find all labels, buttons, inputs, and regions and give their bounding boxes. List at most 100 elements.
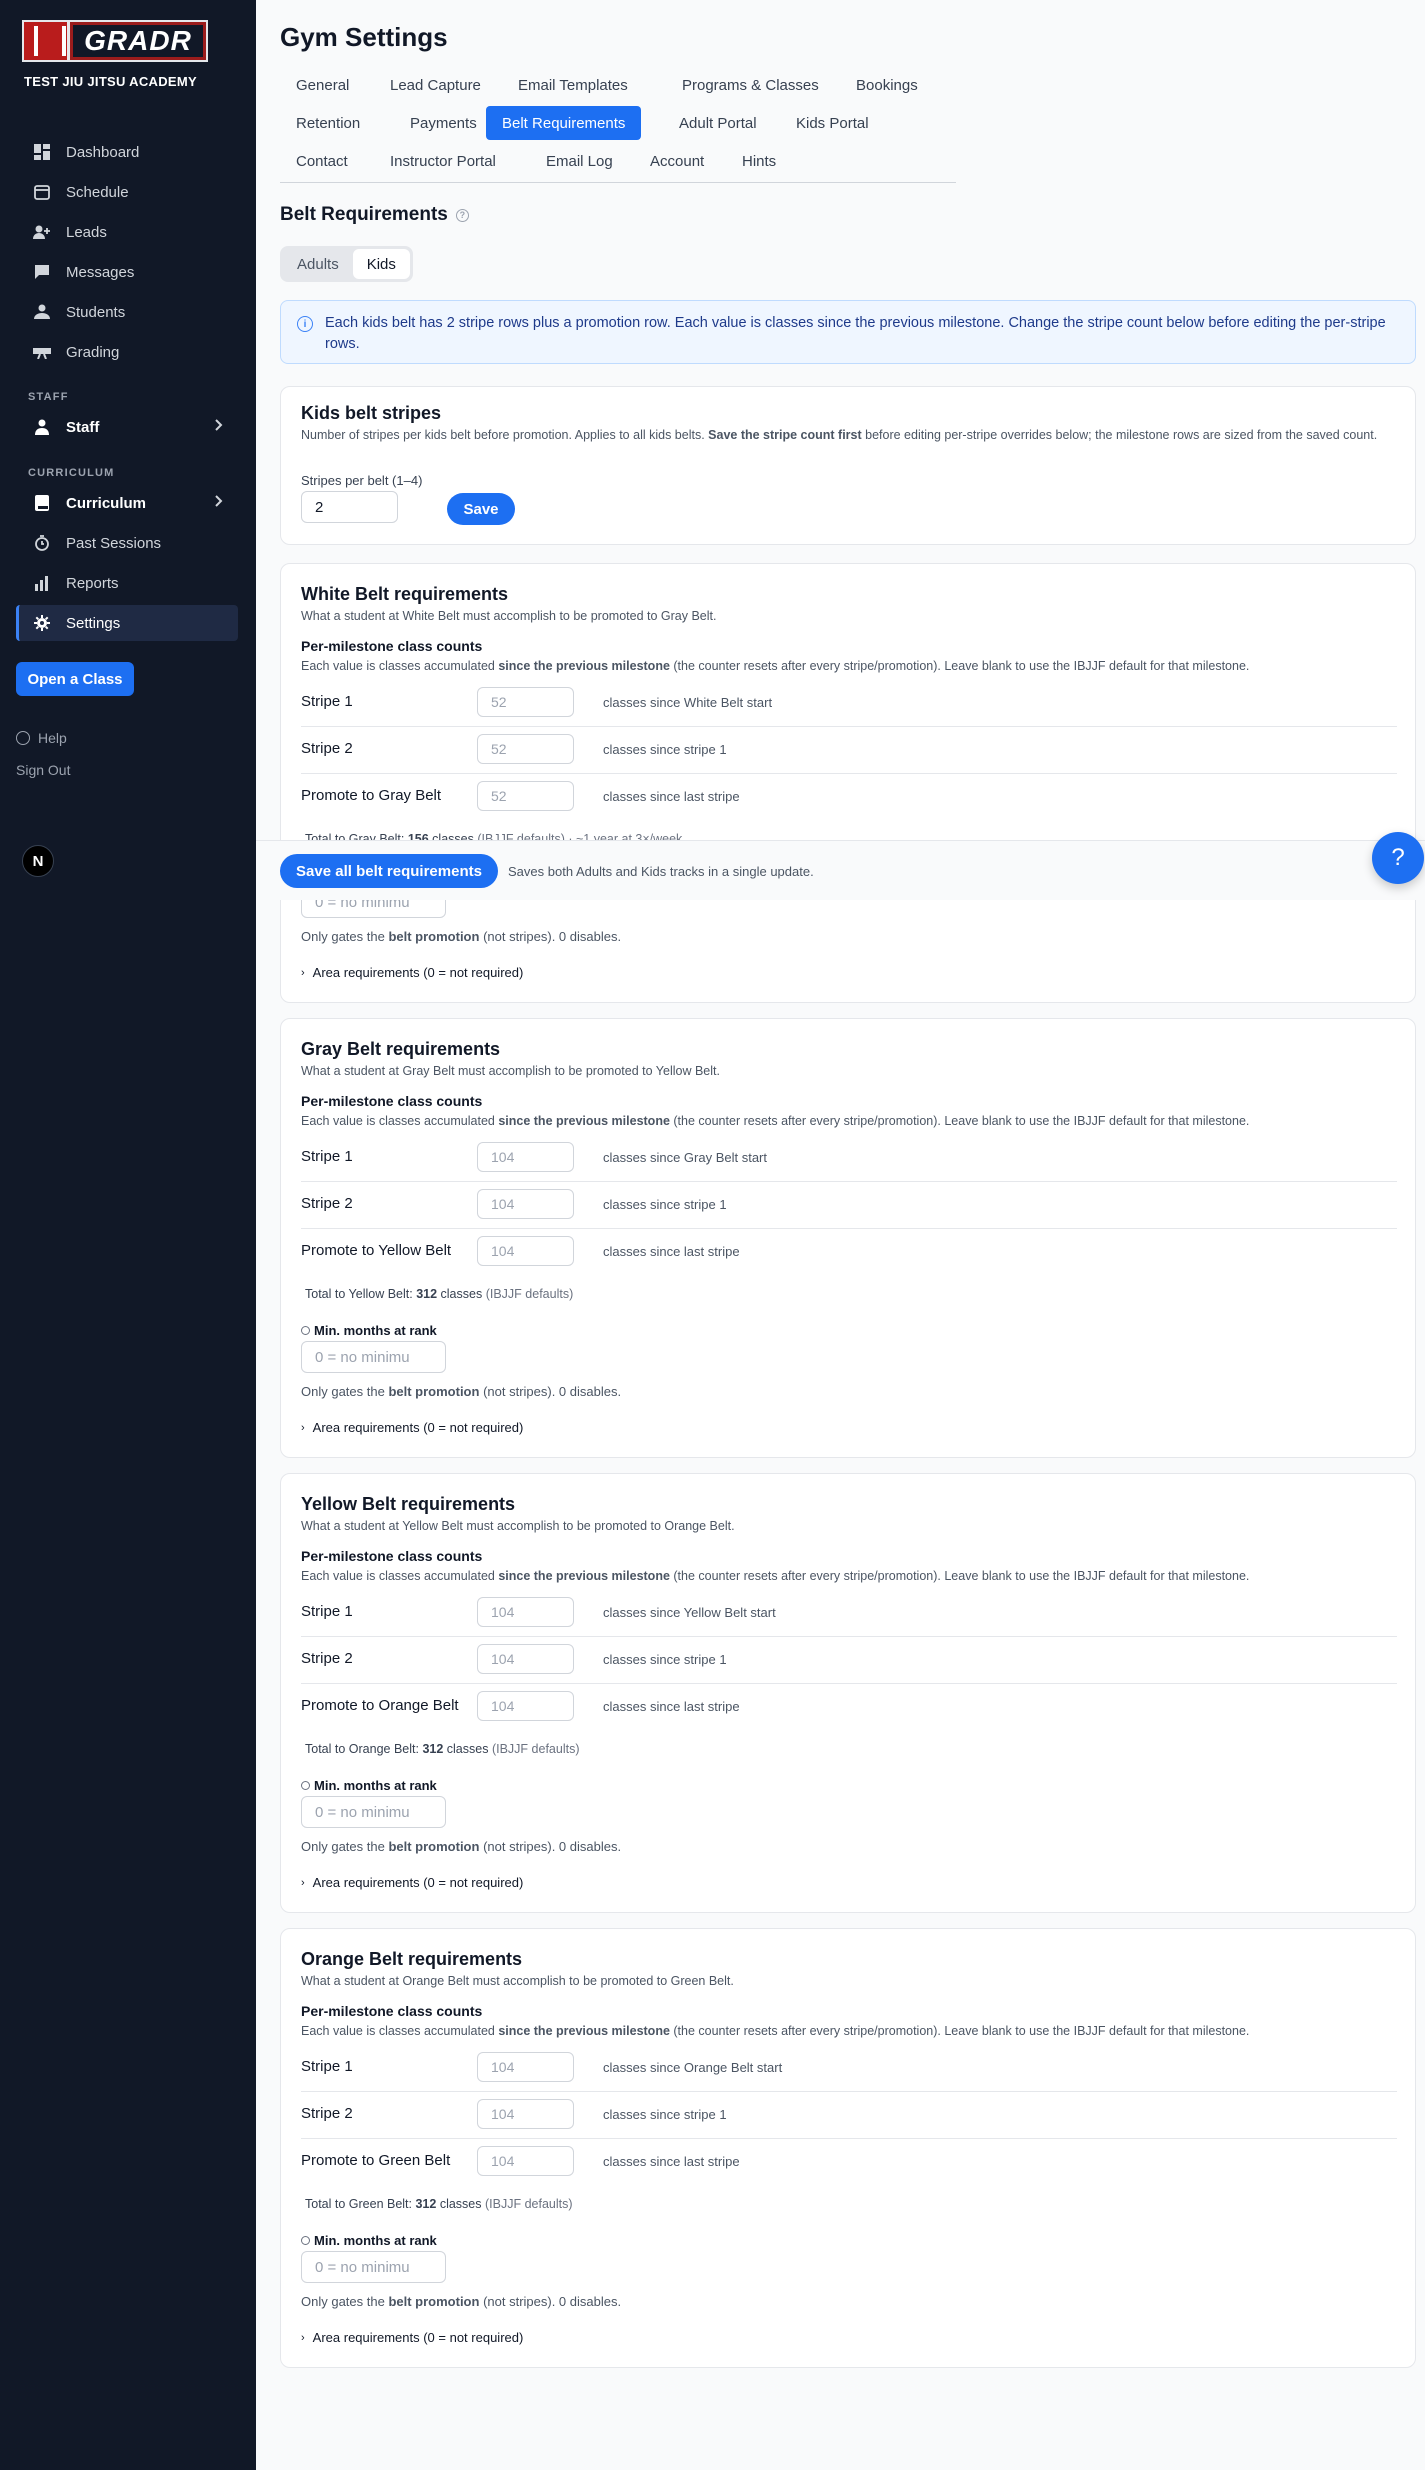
segment-adults[interactable]: Adults <box>283 249 353 279</box>
pm-part: (the counter resets after every stripe/p… <box>669 1114 1250 1128</box>
total-unit: classes <box>439 2197 482 2211</box>
gates-note: Only gates the belt promotion (not strip… <box>301 1839 621 1854</box>
stripe-1-input[interactable]: 104 <box>477 2052 574 2082</box>
tab-kids-portal[interactable]: Kids Portal <box>780 106 885 140</box>
pm-bold: since the previous milestone <box>498 659 670 673</box>
min-months-input[interactable]: 0 = no minimu <box>301 2251 446 2283</box>
tab-hints[interactable]: Hints <box>726 144 792 178</box>
gradr-logo[interactable]: GRADR <box>22 20 208 62</box>
nav-dashboard[interactable]: Dashboard <box>16 134 238 170</box>
total-unit: classes <box>446 1742 489 1756</box>
stripe-2-input[interactable]: 52 <box>477 734 574 764</box>
area-requirements-toggle[interactable]: › Area requirements (0 = not required) <box>301 965 523 980</box>
per-milestone-description: Each value is classes accumulated since … <box>301 2023 1249 2039</box>
milestone-row: Stripe 2 104 classes since stripe 1 <box>301 1637 1397 1684</box>
nav-messages[interactable]: Messages <box>16 254 238 290</box>
nav-staff[interactable]: Staff <box>16 409 238 445</box>
clock-icon <box>32 533 52 553</box>
help-fab-button[interactable]: ? <box>1372 832 1424 884</box>
milestone-hint: classes since stripe 1 <box>603 2107 727 2122</box>
save-all-button[interactable]: Save all belt requirements <box>280 854 498 888</box>
nav-label: Leads <box>66 223 107 241</box>
nav-past-sessions[interactable]: Past Sessions <box>16 525 238 561</box>
milestone-label: Stripe 2 <box>301 740 353 757</box>
nav-label: Curriculum <box>66 494 147 512</box>
chevron-right-icon: › <box>301 966 305 979</box>
promotion-input[interactable]: 104 <box>477 1691 574 1721</box>
per-milestone-heading: Per-milestone class counts <box>301 638 483 654</box>
help-link[interactable]: Help <box>16 730 67 746</box>
stripe-1-input[interactable]: 104 <box>477 1142 574 1172</box>
clock-icon <box>301 1781 310 1790</box>
min-months-input[interactable]: 0 = no minimu <box>301 1796 446 1828</box>
milestone-hint: classes since Gray Belt start <box>603 1150 767 1165</box>
tab-lead-capture[interactable]: Lead Capture <box>374 68 497 102</box>
promotion-input[interactable]: 104 <box>477 2146 574 2176</box>
min-months-label: Min. months at rank <box>301 2233 437 2248</box>
area-requirements-toggle[interactable]: › Area requirements (0 = not required) <box>301 1875 523 1890</box>
dashboard-icon <box>32 142 52 162</box>
track-toggle: Adults Kids <box>280 246 413 282</box>
min-months-text: Min. months at rank <box>314 1778 437 1793</box>
tab-adult-portal[interactable]: Adult Portal <box>663 106 773 140</box>
tab-payments[interactable]: Payments <box>394 106 493 140</box>
area-requirements-toggle[interactable]: › Area requirements (0 = not required) <box>301 1420 523 1435</box>
per-milestone-description: Each value is classes accumulated since … <box>301 658 1249 674</box>
nav-leads[interactable]: Leads <box>16 214 238 250</box>
stripe-2-input[interactable]: 104 <box>477 1644 574 1674</box>
sign-out-link[interactable]: Sign Out <box>16 762 70 778</box>
gates-part: Only gates the <box>301 1839 389 1854</box>
promotion-input[interactable]: 52 <box>477 781 574 811</box>
total-defaults: (IBJJF defaults) <box>485 1287 574 1301</box>
min-months-input[interactable]: 0 = no minimu <box>301 1341 446 1373</box>
stripe-1-input[interactable]: 52 <box>477 687 574 717</box>
tab-bookings[interactable]: Bookings <box>840 68 934 102</box>
nav-schedule[interactable]: Schedule <box>16 174 238 210</box>
stripe-1-input[interactable]: 104 <box>477 1597 574 1627</box>
stripe-2-input[interactable]: 104 <box>477 1189 574 1219</box>
pm-bold: since the previous milestone <box>498 1569 670 1583</box>
total-value: 312 <box>416 1287 438 1301</box>
curriculum-section-label: CURRICULUM <box>28 467 115 479</box>
tab-email-log[interactable]: Email Log <box>530 144 629 178</box>
gates-note: Only gates the belt promotion (not strip… <box>301 929 621 944</box>
tab-instructor-portal[interactable]: Instructor Portal <box>374 144 512 178</box>
nav-settings[interactable]: Settings <box>16 605 238 641</box>
open-class-button[interactable]: Open a Class <box>16 662 134 696</box>
dev-badge[interactable]: N <box>22 845 54 877</box>
nav-label: Dashboard <box>66 143 140 161</box>
pm-bold: since the previous milestone <box>498 2024 670 2038</box>
promotion-input[interactable]: 104 <box>477 1236 574 1266</box>
nav-students[interactable]: Students <box>16 294 238 330</box>
tab-contact[interactable]: Contact <box>280 144 364 178</box>
per-milestone-description: Each value is classes accumulated since … <box>301 1568 1249 1584</box>
nav-grading[interactable]: Grading <box>16 334 238 370</box>
tab-programs-classes[interactable]: Programs & Classes <box>666 68 835 102</box>
nav-label: Settings <box>66 614 121 632</box>
tab-belt-requirements[interactable]: Belt Requirements <box>486 106 642 140</box>
tab-account[interactable]: Account <box>634 144 720 178</box>
stripe-2-input[interactable]: 104 <box>477 2099 574 2129</box>
min-months-text: Min. months at rank <box>314 2233 437 2248</box>
pm-bold: since the previous milestone <box>498 1114 670 1128</box>
save-stripes-button[interactable]: Save <box>447 493 515 525</box>
nav-reports[interactable]: Reports <box>16 565 238 601</box>
gates-part: Only gates the <box>301 2294 389 2309</box>
question-mark-icon[interactable]: ? <box>455 208 469 222</box>
nav-curriculum[interactable]: Curriculum <box>16 485 238 521</box>
main-content: Gym Settings General Lead Capture Email … <box>256 0 1425 2470</box>
milestone-label: Stripe 1 <box>301 2058 353 2075</box>
nav-label: Grading <box>66 343 120 361</box>
total-unit: classes <box>440 1287 483 1301</box>
area-requirements-toggle[interactable]: › Area requirements (0 = not required) <box>301 2330 523 2345</box>
tab-retention[interactable]: Retention <box>280 106 376 140</box>
tab-general[interactable]: General <box>280 68 365 102</box>
stripes-per-belt-input[interactable]: 2 <box>301 491 398 523</box>
total-value: 312 <box>415 2197 437 2211</box>
milestone-row: Stripe 2 104 classes since stripe 1 <box>301 2092 1397 2139</box>
milestone-row: Stripe 1 104 classes since Yellow Belt s… <box>301 1590 1397 1637</box>
milestone-row: Stripe 1 104 classes since Gray Belt sta… <box>301 1135 1397 1182</box>
segment-kids[interactable]: Kids <box>352 249 410 279</box>
belt-card-title: White Belt requirements <box>301 584 509 604</box>
tab-email-templates[interactable]: Email Templates <box>502 68 644 102</box>
